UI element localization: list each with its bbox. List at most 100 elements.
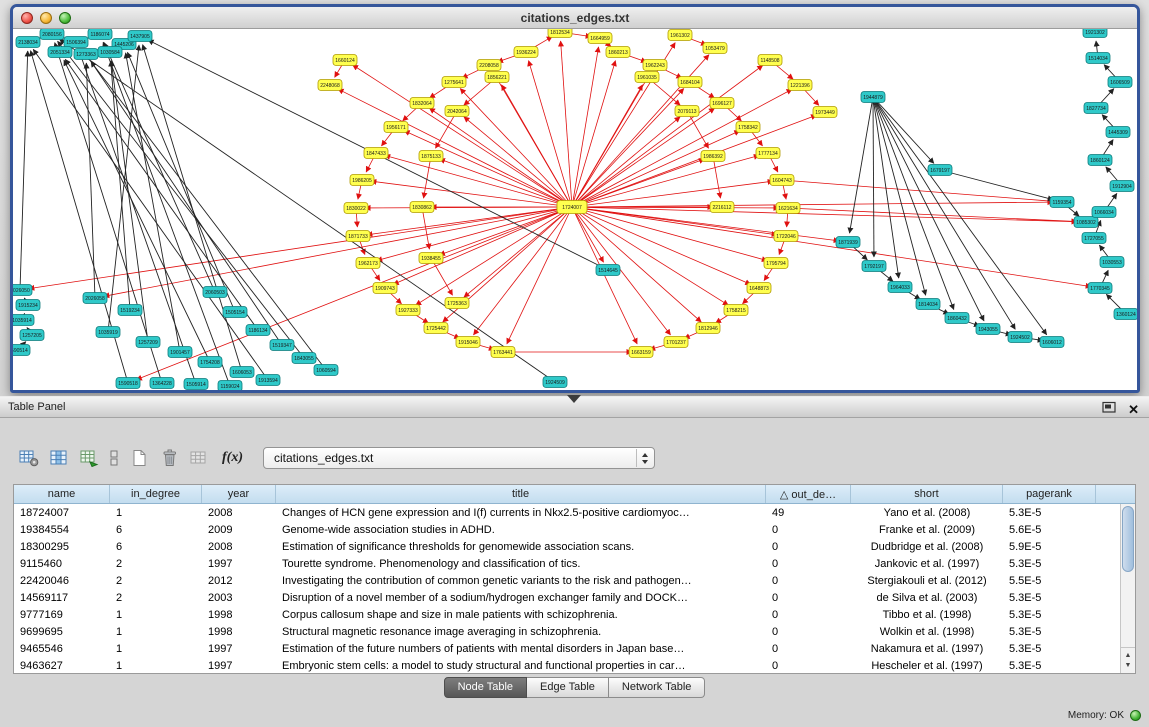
graph-node[interactable]: 2079113: [675, 106, 699, 117]
graph-node[interactable]: 1856221: [485, 72, 509, 83]
delete-table-button[interactable]: [154, 445, 184, 471]
citation-edge[interactable]: [873, 97, 874, 257]
citation-edge-red[interactable]: [572, 202, 1053, 207]
graph-node[interactable]: 1812534: [548, 29, 572, 38]
citation-edge-red[interactable]: [464, 117, 572, 207]
citation-edge[interactable]: [58, 41, 304, 358]
graph-node[interactable]: 1722046: [774, 231, 798, 242]
graph-node[interactable]: 2216112: [710, 202, 734, 213]
citation-edge[interactable]: [127, 52, 235, 312]
graph-node[interactable]: 1159354: [1050, 197, 1074, 208]
graph-node[interactable]: 1901457: [168, 347, 192, 358]
graph-node[interactable]: 1030553: [1100, 257, 1124, 268]
column-header-year[interactable]: year: [202, 485, 276, 503]
citation-edge-red[interactable]: [572, 115, 817, 207]
network-view-canvas[interactable]: 1724007186021319622431684104169612717583…: [13, 29, 1137, 390]
graph-node[interactable]: 1915234: [16, 300, 40, 311]
citation-edge-red[interactable]: [572, 207, 671, 335]
scrollbar-thumb[interactable]: [1122, 506, 1134, 572]
graph-node[interactable]: 1986205: [350, 175, 374, 186]
graph-node[interactable]: 1364228: [150, 378, 174, 389]
graph-node[interactable]: 1936224: [514, 47, 538, 58]
graph-node[interactable]: 1606012: [1040, 337, 1064, 348]
graph-node[interactable]: 1621634: [776, 203, 800, 214]
citation-edge-red[interactable]: [572, 207, 1077, 222]
graph-node[interactable]: 1437905: [128, 31, 152, 42]
graph-node[interactable]: 1606053: [230, 367, 254, 378]
citation-edge-red[interactable]: [367, 207, 572, 235]
graph-node[interactable]: 1860124: [1088, 155, 1112, 166]
graph-node[interactable]: 1035914: [13, 315, 34, 326]
citation-edge-red[interactable]: [422, 207, 429, 249]
graph-node[interactable]: 2138034: [16, 37, 40, 48]
citation-edge-red[interactable]: [561, 41, 572, 207]
row-options-button[interactable]: [104, 445, 124, 471]
citation-edge-red[interactable]: [439, 159, 572, 207]
graph-node[interactable]: 1921302: [1083, 29, 1107, 38]
graph-node[interactable]: 1956171: [384, 122, 408, 133]
citation-edge-red[interactable]: [782, 180, 1053, 201]
graph-node[interactable]: 1664959: [588, 33, 612, 44]
graph-node[interactable]: 1913594: [256, 375, 280, 386]
table-scrollbar[interactable]: ▲ ▼: [1120, 504, 1135, 673]
graph-node[interactable]: 1763441: [491, 347, 515, 358]
graph-node[interactable]: 1871733: [346, 231, 370, 242]
graph-node[interactable]: 1060594: [314, 365, 338, 376]
graph-node[interactable]: 1754208: [198, 357, 222, 368]
rename-table-button[interactable]: [184, 445, 214, 471]
citation-edge-red[interactable]: [713, 156, 720, 198]
table-row[interactable]: 946362711997Embryonic stem cells: a mode…: [14, 657, 1120, 673]
window-minimize-button[interactable]: [40, 12, 52, 24]
graph-node[interactable]: 1701237: [664, 337, 688, 348]
graph-node[interactable]: 1964033: [888, 282, 912, 293]
graph-node[interactable]: 1221396: [788, 80, 812, 91]
graph-node[interactable]: 1938455: [419, 253, 443, 264]
citation-edge-red[interactable]: [572, 61, 615, 207]
hub-node[interactable]: 1724007: [557, 201, 587, 214]
citation-edge-red[interactable]: [424, 156, 431, 198]
citation-edge[interactable]: [850, 97, 873, 233]
citation-edge[interactable]: [20, 51, 28, 290]
citation-edge-red[interactable]: [572, 108, 715, 207]
citation-edge-red[interactable]: [501, 85, 572, 207]
graph-node[interactable]: 1795794: [764, 258, 788, 269]
graph-node[interactable]: 2248068: [318, 80, 342, 91]
scroll-down-icon[interactable]: ▼: [1125, 662, 1132, 669]
graph-node[interactable]: 1847433: [364, 148, 388, 159]
create-column-button[interactable]: [74, 445, 104, 471]
graph-node[interactable]: 2026058: [83, 293, 107, 304]
graph-node[interactable]: 1148508: [758, 55, 782, 66]
citation-edge[interactable]: [64, 60, 210, 362]
table-row[interactable]: 1872400712008Changes of HCN gene express…: [14, 504, 1120, 521]
table-row[interactable]: 1830029562008Estimation of significance …: [14, 538, 1120, 555]
graph-node[interactable]: 2042064: [445, 106, 469, 117]
citation-edge-red[interactable]: [371, 181, 572, 207]
graph-node[interactable]: 1186134: [246, 325, 270, 336]
window-titlebar[interactable]: citations_edges.txt: [13, 7, 1137, 29]
new-table-button[interactable]: [124, 445, 154, 471]
graph-node[interactable]: 1505154: [223, 307, 247, 318]
citation-edge-red[interactable]: [385, 155, 572, 207]
graph-node[interactable]: 1758215: [724, 305, 748, 316]
graph-node[interactable]: 1792197: [862, 261, 886, 272]
citation-edge-red[interactable]: [529, 61, 572, 207]
graph-node[interactable]: 1360124: [1114, 309, 1137, 320]
graph-node[interactable]: 1927333: [396, 305, 420, 316]
graph-node[interactable]: 1696127: [710, 98, 734, 109]
table-selector-dropdown[interactable]: citations_edges.txt: [263, 447, 655, 469]
graph-node[interactable]: 1275641: [442, 77, 466, 88]
citation-edge-red[interactable]: [572, 85, 643, 207]
graph-node[interactable]: 1186074: [88, 29, 112, 40]
citation-edge-red[interactable]: [404, 131, 572, 207]
citation-edge-red[interactable]: [377, 207, 572, 261]
graph-node[interactable]: 1257205: [20, 330, 44, 341]
citation-edge-red[interactable]: [393, 207, 572, 284]
graph-node[interactable]: 1871939: [836, 237, 860, 248]
window-zoom-button[interactable]: [59, 12, 71, 24]
graph-node[interactable]: 1053479: [703, 43, 727, 54]
table-row[interactable]: 946554611997Estimation of the future num…: [14, 640, 1120, 657]
graph-node[interactable]: 1924502: [1008, 332, 1032, 343]
window-close-button[interactable]: [21, 12, 33, 24]
graph-node[interactable]: 2060503: [203, 287, 227, 298]
graph-node[interactable]: 1912904: [1110, 181, 1134, 192]
